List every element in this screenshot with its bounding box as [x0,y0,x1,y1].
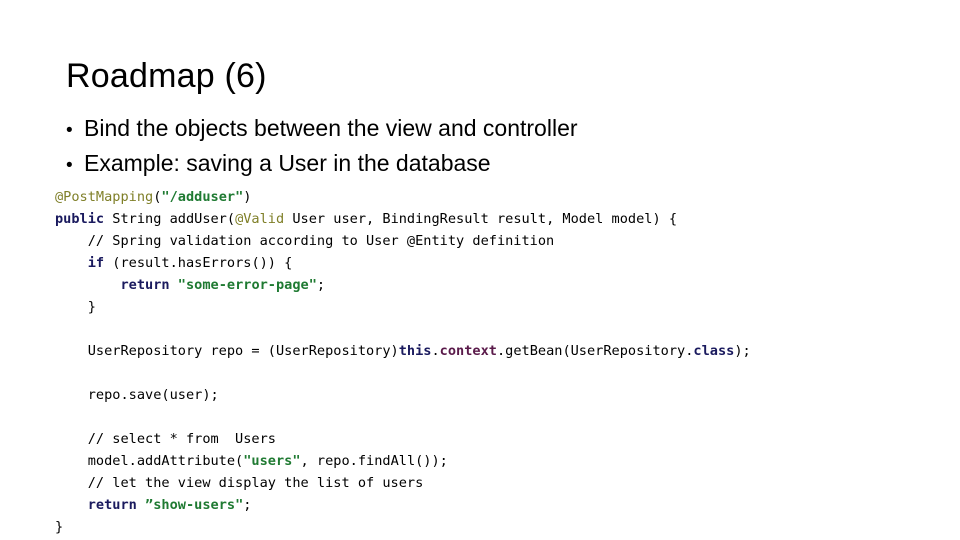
code-token-ann: @Valid [235,211,285,227]
bullet-point-icon: • [66,155,73,176]
code-token-str: "users" [243,453,301,469]
code-token-cmt: // let the view display the list of user… [55,475,424,491]
code-token-ann: @PostMapping [55,189,154,205]
code-line: repo.save(user); [55,384,950,406]
code-snippet: @PostMapping("/adduser") public String ad… [55,186,950,538]
code-line: if (result.hasErrors()) { [55,252,950,274]
code-line: // let the view display the list of user… [55,472,950,494]
code-line: @PostMapping("/adduser") [55,186,950,208]
code-token-plain: User user, BindingResult result, Model m… [284,211,678,227]
code-token-plain: ; [316,277,326,293]
bullet-point-icon: • [66,120,73,141]
list-item: • Bind the objects between the view and … [66,112,926,147]
code-line: // Spring validation according to User @… [55,230,950,252]
code-token-str: ”show-users" [145,497,244,513]
list-item-label: Bind the objects between the view and co… [84,115,578,141]
code-token-plain: ) [243,189,252,205]
slide-canvas: Roadmap (6) • Bind the objects between t… [0,0,960,540]
code-line: } [55,296,950,318]
code-line: public String addUser(@Valid User user, … [55,208,950,230]
page-title: Roadmap (6) [66,57,267,95]
code-token-kw: public [55,211,105,227]
code-token-plain: String addUser( [104,211,236,227]
bullet-list: • Bind the objects between the view and … [66,112,926,182]
code-token-plain: , repo.findAll()); [300,453,448,469]
code-token-str: "some-error-page" [177,277,317,293]
code-token-kw: class [693,343,735,359]
code-token-mem: context [439,343,497,359]
code-token-plain: ); [734,343,751,359]
code-token-plain: model.addAttribute( [55,453,244,469]
code-line: UserRepository repo = (UserRepository)th… [55,340,950,362]
code-token-cmt: // select * from Users [55,431,276,447]
code-token-plain: . [431,343,440,359]
code-line: } [55,516,950,538]
code-token-kw: return [87,497,137,513]
code-token-kw: this [398,343,432,359]
code-token-plain: (result.hasErrors()) { [104,255,293,271]
code-token-str: "/adduser" [161,189,244,205]
code-token-plain: repo.save(user); [55,387,219,403]
code-line: model.addAttribute("users", repo.findAll… [55,450,950,472]
list-item: • Example: saving a User in the database [66,147,926,182]
code-token-plain: } [55,299,96,315]
code-line: return "some-error-page"; [55,274,950,296]
code-token-plain: .getBean(UserRepository. [496,343,694,359]
code-line: // select * from Users [55,428,950,450]
code-token-kw: if [87,255,105,271]
code-token-plain: UserRepository repo = (UserRepository) [55,343,399,359]
code-token-plain: } [55,519,64,535]
code-token-plain: ; [243,497,252,513]
list-item-label: Example: saving a User in the database [84,150,491,176]
code-token-cmt: // Spring validation according to User @… [55,233,555,249]
code-line: return ”show-users"; [55,494,950,516]
code-token-kw: return [120,277,170,293]
